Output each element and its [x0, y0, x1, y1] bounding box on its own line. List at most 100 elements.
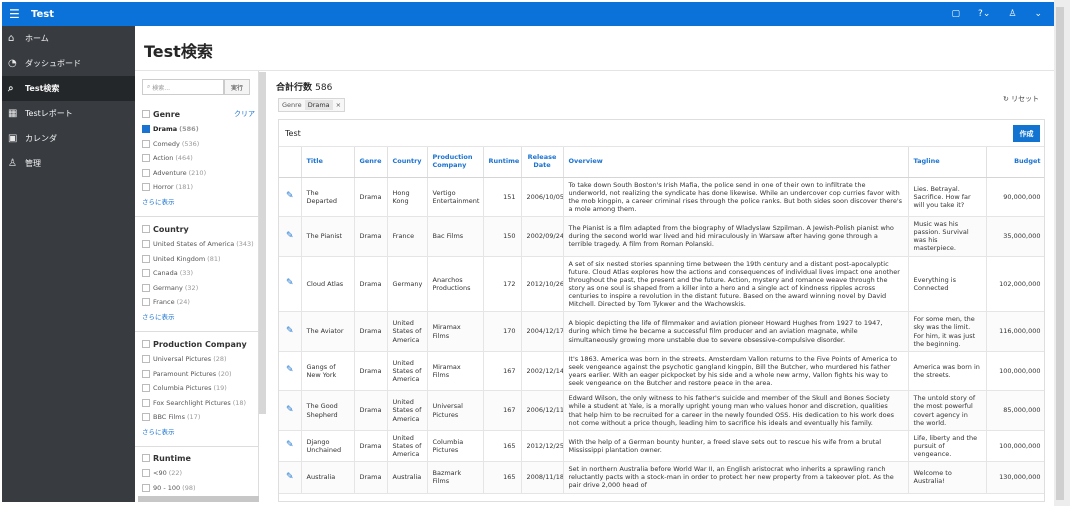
- hamburger-menu-icon[interactable]: ☰: [9, 7, 27, 21]
- table-cell: 2006/10/05: [521, 177, 564, 217]
- table-cell: 2006/12/11: [521, 390, 564, 431]
- sidebar-item-label: ホーム: [25, 34, 49, 43]
- table-row: ✎ Cloud Atlas Drama Germany Anarchos Product…: [279, 256, 1044, 313]
- table-cell: 2012/12/25: [521, 430, 564, 463]
- genre-option-drama[interactable]: Drama (586): [142, 122, 255, 137]
- column-header-title[interactable]: Title: [301, 147, 355, 178]
- checkbox[interactable]: [142, 139, 150, 148]
- column-header-budget[interactable]: Budget: [986, 147, 1044, 178]
- genre-option-comedy[interactable]: Comedy (536): [142, 137, 255, 152]
- table-cell: Cloud Atlas: [301, 256, 355, 313]
- chevron-down-icon[interactable]: ⌄: [1034, 9, 1042, 19]
- edit-icon[interactable]: ✎: [279, 256, 302, 313]
- company-option-columbia[interactable]: Columbia Pictures (19): [142, 381, 255, 396]
- sidebar-item-home[interactable]: ⌂ ホーム: [2, 26, 135, 51]
- remove-filter-icon[interactable]: ×: [336, 101, 341, 109]
- edit-icon[interactable]: ✎: [279, 390, 302, 431]
- edit-icon[interactable]: ✎: [279, 216, 302, 257]
- search-input[interactable]: ⌕ 検索...: [142, 79, 224, 95]
- column-header-tagline[interactable]: Tagline: [908, 147, 987, 178]
- column-header-overview[interactable]: Overview: [563, 147, 909, 178]
- sidebar-item-calendar[interactable]: ▣ カレンダ: [2, 126, 135, 151]
- page-scrollbar[interactable]: [1056, 7, 1064, 500]
- column-header-genre[interactable]: Genre: [354, 147, 388, 178]
- runtime-toggle-checkbox[interactable]: [142, 454, 150, 462]
- company-show-more-link[interactable]: さらに表示: [142, 426, 255, 436]
- facet-scrollbar[interactable]: [259, 72, 266, 414]
- edit-icon[interactable]: ✎: [279, 430, 302, 463]
- company-facet-title: Production Company: [153, 339, 247, 349]
- table-cell: Bac Films: [427, 216, 484, 257]
- country-toggle-checkbox[interactable]: [142, 225, 150, 233]
- sidebar-item-admin[interactable]: ♙ 管理: [2, 151, 135, 176]
- table-cell: United States of America: [387, 430, 428, 463]
- runtime-option-under-90[interactable]: <90 (22): [142, 466, 255, 481]
- edit-icon[interactable]: ✎: [279, 177, 302, 217]
- column-header-production-company[interactable]: Production Company: [427, 147, 484, 178]
- table-cell: 2004/12/17: [521, 311, 564, 352]
- table-cell: Set in northern Australia before World W…: [563, 461, 909, 494]
- company-option-universal[interactable]: Universal Pictures (28): [142, 352, 255, 367]
- country-option-uk[interactable]: United Kingdom (81): [142, 252, 255, 267]
- column-header-country[interactable]: Country: [387, 147, 428, 178]
- country-option-france[interactable]: France (24): [142, 295, 255, 310]
- edit-icon[interactable]: ✎: [279, 461, 302, 494]
- checkbox[interactable]: [142, 168, 150, 177]
- movies-table: Title Genre Country Production Company R…: [279, 147, 1044, 494]
- company-option-paramount[interactable]: Paramount Pictures (20): [142, 367, 255, 382]
- search-button[interactable]: 実行: [224, 79, 250, 95]
- clear-genre-link[interactable]: クリア: [234, 109, 255, 119]
- help-icon[interactable]: ?⌄: [978, 9, 990, 19]
- checkbox[interactable]: [142, 183, 150, 192]
- chat-icon[interactable]: ▢: [952, 9, 961, 19]
- edit-icon[interactable]: ✎: [279, 311, 302, 352]
- country-option-usa[interactable]: United States of America (343): [142, 237, 255, 252]
- user-icon[interactable]: ♙: [1008, 9, 1016, 19]
- edit-icon[interactable]: ✎: [279, 351, 302, 392]
- table-cell: 150: [483, 216, 522, 257]
- genre-facet-title: Genre: [153, 109, 181, 119]
- table-cell: Music was his passion. Survival was his …: [908, 216, 987, 257]
- table-cell: Everything is Connected: [908, 256, 987, 313]
- sidebar-item-test-report[interactable]: ▦ Testレポート: [2, 101, 135, 126]
- create-button[interactable]: 作成: [1013, 125, 1040, 142]
- column-header-release-date[interactable]: Release Date: [521, 147, 564, 178]
- genre-option-horror[interactable]: Horror (181): [142, 180, 255, 195]
- column-header-runtime[interactable]: Runtime: [483, 147, 522, 178]
- active-filter-chip: Genre Drama ×: [278, 98, 346, 112]
- sidebar-item-test-search[interactable]: ⌕ Test検索: [2, 76, 135, 101]
- genre-option-action[interactable]: Action (464): [142, 151, 255, 166]
- genre-show-more-link[interactable]: さらに表示: [142, 196, 255, 206]
- company-toggle-checkbox[interactable]: [142, 340, 150, 348]
- sidebar-item-dashboard[interactable]: ◔ ダッシュボード: [2, 51, 135, 76]
- search-placeholder: 検索...: [152, 84, 171, 92]
- country-facet-title: Country: [153, 224, 189, 234]
- country-option-germany[interactable]: Germany (32): [142, 281, 255, 296]
- checked-checkbox-icon[interactable]: [142, 125, 150, 134]
- interactive-report: Test 作成 Title Genre Country Production Co…: [278, 119, 1045, 502]
- table-cell: The untold story of the most powerful co…: [908, 390, 987, 431]
- country-show-more-link[interactable]: さらに表示: [142, 311, 255, 321]
- table-cell: Germany: [387, 256, 428, 313]
- facet-horizontal-scrollbar[interactable]: [138, 496, 259, 502]
- table-cell: Django Unchained: [301, 430, 355, 463]
- table-cell: France: [387, 216, 428, 257]
- header-actions: ▢ ?⌄ ♙ ⌄: [952, 9, 1042, 19]
- checkbox[interactable]: [142, 154, 150, 163]
- company-option-bbc[interactable]: BBC Films (17): [142, 410, 255, 425]
- table-cell: 102,000,000: [986, 256, 1044, 313]
- genre-toggle-checkbox[interactable]: [142, 110, 150, 118]
- reset-icon: ↻: [1003, 95, 1012, 103]
- table-cell: 2002/09/24: [521, 216, 564, 257]
- company-option-fox-searchlight[interactable]: Fox Searchlight Pictures (18): [142, 396, 255, 411]
- table-cell: Columbia Pictures: [427, 430, 484, 463]
- runtime-option-90-100[interactable]: 90 - 100 (98): [142, 481, 255, 496]
- table-cell: United States of America: [387, 311, 428, 352]
- table-cell: Edward Wilson, the only witness to his f…: [563, 390, 909, 431]
- table-cell: Bazmark Films: [427, 461, 484, 494]
- table-cell: For some men, the sky was the limit. For…: [908, 311, 987, 352]
- app-title: Test: [31, 8, 55, 20]
- country-option-canada[interactable]: Canada (33): [142, 266, 255, 281]
- genre-option-adventure[interactable]: Adventure (210): [142, 166, 255, 181]
- reset-button[interactable]: ↻ リセット: [1003, 94, 1039, 104]
